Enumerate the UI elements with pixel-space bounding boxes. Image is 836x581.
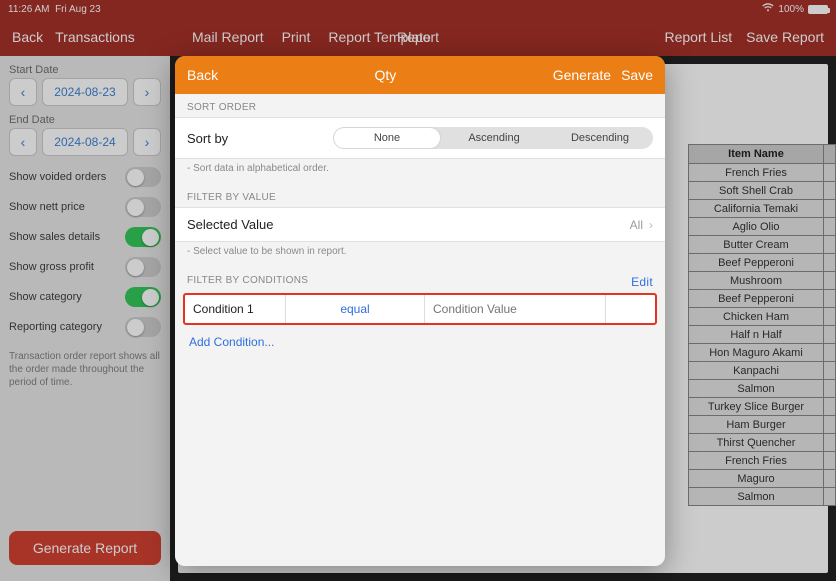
qty-modal: Back Qty Generate Save SORT ORDER Sort b… xyxy=(175,56,665,566)
sort-segmented: None Ascending Descending xyxy=(333,127,653,149)
segment-asc[interactable]: Ascending xyxy=(441,127,547,149)
sort-hint: - Sort data in alphabetical order. xyxy=(175,159,665,184)
sort-by-label: Sort by xyxy=(187,131,228,146)
modal-save[interactable]: Save xyxy=(621,67,653,83)
condition-value-input[interactable] xyxy=(425,295,605,323)
filter-conditions-section: FILTER BY CONDITIONS Edit xyxy=(175,267,665,293)
edit-conditions[interactable]: Edit xyxy=(631,275,653,289)
condition-name: Condition 1 xyxy=(185,302,285,316)
filter-value-section: FILTER BY VALUE xyxy=(175,184,665,207)
selected-value-label: Selected Value xyxy=(187,217,274,232)
segment-desc[interactable]: Descending xyxy=(547,127,653,149)
condition-row-1: Condition 1 equal xyxy=(183,293,657,325)
modal-back[interactable]: Back xyxy=(187,67,218,83)
condition-trailing[interactable] xyxy=(605,295,655,323)
selected-value-hint: - Select value to be shown in report. xyxy=(175,242,665,267)
sort-by-row: Sort by None Ascending Descending xyxy=(175,117,665,159)
selected-value-row[interactable]: Selected Value All › xyxy=(175,207,665,242)
selected-value-value: All xyxy=(630,218,643,232)
modal-title: Qty xyxy=(218,67,553,83)
filter-conditions-label: FILTER BY CONDITIONS xyxy=(187,275,308,289)
condition-operator[interactable]: equal xyxy=(285,295,425,323)
sort-order-section: SORT ORDER xyxy=(175,94,665,117)
chevron-right-icon: › xyxy=(649,218,653,232)
modal-generate[interactable]: Generate xyxy=(553,67,611,83)
segment-none[interactable]: None xyxy=(334,128,440,148)
add-condition[interactable]: Add Condition... xyxy=(175,325,665,359)
